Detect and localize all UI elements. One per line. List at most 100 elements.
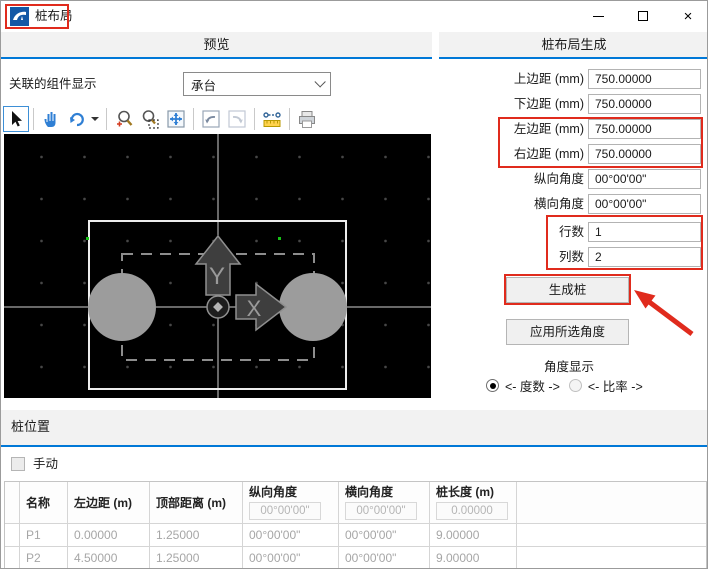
col-header-pile-length: 桩长度 (m) 0.00000 bbox=[430, 482, 517, 524]
cell-top-distance[interactable]: 1.25000 bbox=[150, 524, 243, 547]
vertical-angle-input[interactable]: 00°00'00" bbox=[588, 169, 701, 189]
left-margin-input[interactable]: 750.00000 bbox=[588, 119, 701, 139]
cell-left-margin[interactable]: 4.50000 bbox=[68, 547, 150, 568]
cell-horizontal-angle[interactable]: 00°00'00" bbox=[339, 524, 430, 547]
rotate-dropdown-caret-icon[interactable] bbox=[91, 116, 99, 121]
pile-circle-p2 bbox=[279, 273, 347, 341]
left-margin-label: 左边距 (mm) bbox=[513, 122, 584, 136]
angle-display-label: 角度显示 bbox=[543, 360, 594, 374]
cell-vertical-angle[interactable]: 00°00'00" bbox=[243, 547, 339, 568]
cell-vertical-angle[interactable]: 00°00'00" bbox=[243, 524, 339, 547]
right-margin-label: 右边距 (mm) bbox=[513, 147, 584, 161]
row-filler bbox=[517, 524, 706, 547]
node-marker bbox=[278, 237, 281, 240]
preview-toolbar bbox=[3, 104, 431, 133]
row-count-label: 行数 bbox=[558, 225, 584, 239]
component-select-value: 承台 bbox=[191, 78, 217, 93]
toolbar-separator bbox=[33, 107, 34, 130]
top-margin-input[interactable]: 750.00000 bbox=[588, 69, 701, 89]
app-logo-icon bbox=[10, 7, 29, 26]
generate-piles-button[interactable]: 生成桩 bbox=[506, 277, 629, 303]
table-row-p1[interactable]: P1 0.00000 1.25000 00°00'00" 00°00'00" 9… bbox=[5, 524, 706, 547]
chevron-down-icon bbox=[314, 76, 326, 88]
cell-pile-length[interactable]: 9.00000 bbox=[430, 547, 517, 568]
pan-hand-icon bbox=[44, 111, 56, 127]
column-count-label: 列数 bbox=[558, 250, 584, 264]
close-button[interactable]: × bbox=[667, 1, 707, 31]
manual-checkbox-label[interactable]: 手动 bbox=[33, 455, 58, 473]
component-select[interactable]: 承台 bbox=[183, 72, 331, 96]
x-axis-label: X bbox=[247, 296, 262, 321]
table-row-p2[interactable]: P2 4.50000 1.25000 00°00'00" 00°00'00" 9… bbox=[5, 547, 706, 568]
col-header-top-distance: 顶部距离 (m) bbox=[150, 482, 243, 524]
measure-button[interactable] bbox=[259, 106, 285, 132]
toolbar-separator bbox=[254, 107, 255, 130]
bottom-margin-label: 下边距 (mm) bbox=[513, 97, 584, 111]
maximize-button[interactable] bbox=[622, 1, 664, 31]
select-cursor-button[interactable] bbox=[3, 105, 29, 132]
ratio-radio-label[interactable]: <- 比率 -> bbox=[588, 376, 643, 395]
print-button[interactable] bbox=[294, 106, 320, 132]
prev-view-button[interactable] bbox=[198, 106, 224, 132]
pile-length-bulk-input[interactable]: 0.00000 bbox=[436, 502, 508, 520]
component-display-label: 关联的组件显示 bbox=[9, 77, 97, 91]
select-cursor-icon bbox=[12, 110, 22, 126]
generation-panel-header: 桩布局生成 bbox=[439, 32, 707, 59]
horizontal-angle-input[interactable]: 00°00'00" bbox=[588, 194, 701, 214]
vertical-angle-label: 纵向角度 bbox=[533, 172, 584, 186]
row-selector-header-cell bbox=[5, 482, 20, 524]
y-axis-label: Y bbox=[209, 263, 225, 290]
rotate-view-icon bbox=[70, 112, 84, 126]
cad-preview-canvas[interactable]: Y X bbox=[4, 134, 431, 398]
cell-pile-length[interactable]: 9.00000 bbox=[430, 524, 517, 547]
close-icon: × bbox=[683, 7, 693, 25]
table-header-row: 名称 左边距 (m) 顶部距离 (m) 纵向角度 00°00'00" 横向角度 … bbox=[5, 482, 706, 524]
maximize-icon bbox=[638, 11, 648, 21]
minimize-button[interactable] bbox=[577, 1, 619, 31]
pile-position-table: 名称 左边距 (m) 顶部距离 (m) 纵向角度 00°00'00" 横向角度 … bbox=[4, 481, 707, 568]
horizontal-angle-bulk-input[interactable]: 00°00'00" bbox=[345, 502, 417, 520]
bottom-margin-input[interactable]: 750.00000 bbox=[588, 94, 701, 114]
ratio-radio[interactable] bbox=[568, 379, 582, 392]
row-selector-cell[interactable] bbox=[5, 547, 20, 568]
manual-checkbox[interactable] bbox=[11, 457, 25, 471]
next-view-button[interactable] bbox=[224, 106, 250, 132]
row-selector-cell[interactable] bbox=[5, 524, 20, 547]
pile-circle-p1 bbox=[88, 273, 156, 341]
vertical-angle-bulk-input[interactable]: 00°00'00" bbox=[249, 502, 321, 520]
horizontal-angle-label: 横向角度 bbox=[533, 197, 584, 211]
pile-position-header: 桩位置 bbox=[1, 410, 707, 447]
zoom-window-button[interactable] bbox=[137, 106, 163, 132]
column-count-input[interactable]: 2 bbox=[588, 247, 701, 267]
minimize-icon bbox=[592, 15, 604, 17]
next-view-icon bbox=[228, 109, 246, 128]
cell-horizontal-angle[interactable]: 00°00'00" bbox=[339, 547, 430, 568]
zoom-in-icon bbox=[117, 110, 133, 126]
print-icon bbox=[299, 110, 315, 128]
prev-view-icon bbox=[202, 109, 220, 128]
apply-selected-angle-button[interactable]: 应用所选角度 bbox=[506, 319, 629, 345]
zoom-in-button[interactable] bbox=[111, 106, 137, 132]
cell-top-distance[interactable]: 1.25000 bbox=[150, 547, 243, 568]
cell-name[interactable]: P2 bbox=[20, 547, 68, 568]
toolbar-separator bbox=[106, 107, 107, 130]
right-margin-input[interactable]: 750.00000 bbox=[588, 144, 701, 164]
node-marker bbox=[86, 237, 89, 240]
cell-left-margin[interactable]: 0.00000 bbox=[68, 524, 150, 547]
degrees-radio[interactable] bbox=[486, 379, 499, 392]
window-title: 桩布局 bbox=[35, 9, 73, 23]
angle-display-radio-group: <- 度数 -> <- 比率 -> bbox=[486, 376, 652, 395]
title-bar: 桩布局 × bbox=[1, 1, 707, 31]
zoom-window-icon bbox=[142, 109, 159, 129]
fit-view-button[interactable] bbox=[163, 106, 189, 132]
pan-hand-button[interactable] bbox=[38, 106, 64, 132]
degrees-radio-label[interactable]: <- 度数 -> bbox=[505, 376, 560, 395]
cell-name[interactable]: P1 bbox=[20, 524, 68, 547]
row-filler bbox=[517, 547, 706, 568]
col-header-name: 名称 bbox=[20, 482, 68, 524]
col-header-vertical-angle: 纵向角度 00°00'00" bbox=[243, 482, 339, 524]
rotate-view-button[interactable] bbox=[64, 106, 90, 132]
pile-layout-dialog: 桩布局 × 预览 桩布局生成 关联的组件显示 承台 Y X 上边距 (mm) 7… bbox=[0, 0, 708, 569]
table-header-filler bbox=[517, 482, 706, 524]
row-count-input[interactable]: 1 bbox=[588, 222, 701, 242]
